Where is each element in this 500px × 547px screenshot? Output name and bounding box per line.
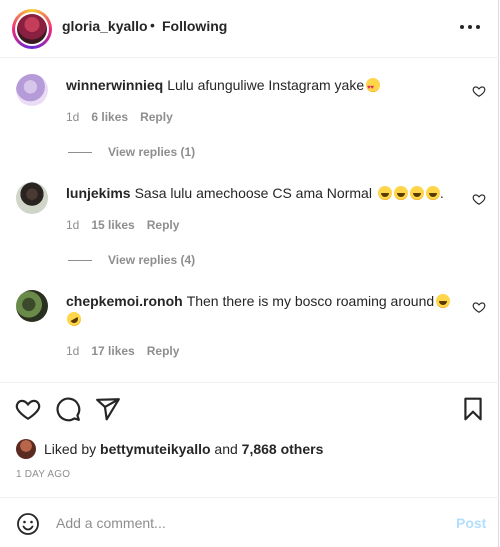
heart-icon[interactable] [15,396,41,422]
comment-like-heart-icon[interactable] [472,192,486,206]
comment-likes[interactable]: 15 likes [91,218,134,232]
comment-meta: 1d 6 likes Reply [66,110,173,124]
post-button[interactable]: Post [456,515,486,531]
liked-by-joiner: and [214,441,238,457]
post-timestamp[interactable]: 1 DAY AGO [16,469,70,480]
comment-username[interactable]: chepkemoi.ronoh [66,293,183,309]
laughing-emoji-icon [377,186,392,200]
comment-likes[interactable]: 17 likes [91,344,134,358]
comment-like-heart-icon[interactable] [472,300,486,314]
comment-time: 1d [66,110,80,124]
author-username[interactable]: gloria_kyallo [62,18,148,34]
comment-username[interactable]: winnerwinnieq [66,77,163,93]
comment-meta: 1d 15 likes Reply [66,218,179,232]
comment-body: winnerwinnieq Lulu afunguliwe Instagram y… [66,76,456,97]
view-replies-label: View replies (4) [108,253,196,267]
liked-by-row: Liked by bettymuteikyallo and 7,868 othe… [16,438,323,460]
commenter-avatar[interactable] [16,290,48,322]
commenter-avatar[interactable] [16,74,48,106]
more-icon[interactable] [460,22,482,32]
following-button[interactable]: Following [162,18,227,34]
author-avatar[interactable] [12,9,52,49]
view-replies-button[interactable]: View replies (1) [68,145,195,159]
post-header: gloria_kyallo • Following [0,0,499,58]
comment-body: lunjekims Sasa lulu amechoose CS ama Norm… [66,184,456,202]
laughing-emoji-icon [436,294,451,308]
view-replies-label: View replies (1) [108,145,196,159]
share-icon[interactable] [95,396,121,422]
comment-like-heart-icon[interactable] [472,84,486,98]
comment-trailing: . [439,185,444,201]
laughing-emoji-icon [425,186,440,200]
comment-likes[interactable]: 6 likes [91,110,128,124]
rofl-emoji-icon [64,309,84,329]
view-replies-button[interactable]: View replies (4) [68,253,195,267]
comment-text: Sasa lulu amechoose CS ama Normal [134,185,372,201]
reply-button[interactable]: Reply [147,218,180,232]
header-separator: • [150,17,155,33]
liker-username[interactable]: bettymuteikyallo [100,441,210,457]
comment-text: Lulu afunguliwe Instagram yake [167,77,365,93]
heart-eyes-emoji-icon [366,78,381,97]
liker-avatar[interactable] [16,439,36,459]
comment-time: 1d [66,344,80,358]
post-panel: gloria_kyallo • Following winnerwinnieq L… [0,0,499,547]
liked-by-prefix: Liked by [44,441,97,457]
comment-meta: 1d 17 likes Reply [66,344,179,358]
comment-icon[interactable] [55,396,81,422]
commenter-avatar[interactable] [16,182,48,214]
add-comment-bar: Post [0,497,499,547]
likes-count[interactable]: 7,868 others [242,441,324,457]
comment-time: 1d [66,218,80,232]
smile-icon[interactable] [16,512,40,536]
reply-button[interactable]: Reply [147,344,180,358]
comment-username[interactable]: lunjekims [66,185,131,201]
laughing-emoji-icon [409,186,424,200]
replies-divider-line [68,259,92,261]
comment-body: chepkemoi.ronoh Then there is my bosco ro… [64,292,456,329]
bookmark-icon[interactable] [460,396,486,422]
laughing-emoji-icon [393,186,408,200]
reply-button[interactable]: Reply [140,110,173,124]
replies-divider-line [68,151,92,153]
comment-text: Then there is my bosco roaming around [186,293,435,309]
comment-input[interactable] [56,512,436,534]
